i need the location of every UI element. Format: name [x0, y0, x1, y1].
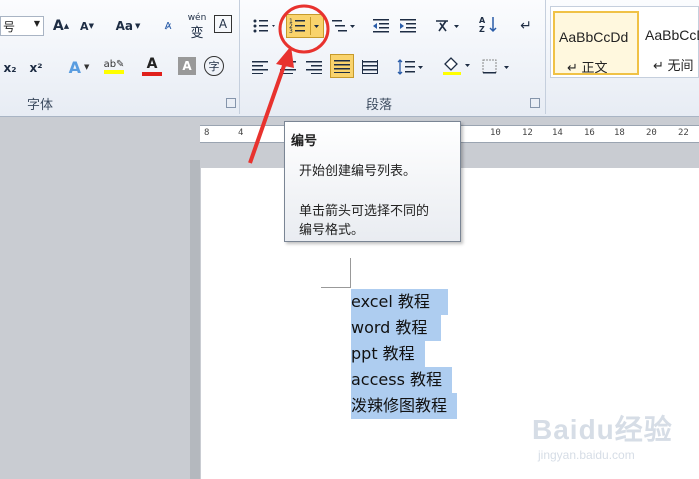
svg-text:Z: Z	[479, 25, 485, 33]
justify-button[interactable]	[330, 54, 354, 78]
tooltip-text: 编号格式。	[299, 223, 365, 238]
align-right-icon	[306, 61, 322, 74]
line-spacing-button[interactable]	[396, 56, 426, 78]
show-hide-marks-button[interactable]: ↵	[516, 15, 536, 37]
character-shading-button[interactable]: A	[178, 57, 196, 75]
increase-indent-icon	[400, 19, 416, 33]
align-right-button[interactable]	[304, 56, 324, 78]
enclose-characters-button[interactable]: 字	[204, 56, 224, 76]
paint-bucket-icon	[443, 57, 470, 75]
distributed-icon	[362, 60, 378, 74]
borders-button[interactable]	[480, 56, 514, 78]
ruler-label: 18	[614, 128, 625, 138]
grow-font-button[interactable]: A ▲	[50, 15, 72, 37]
multilevel-list-icon	[332, 20, 355, 32]
ruler-label: 4	[238, 128, 244, 138]
style-no-spacing[interactable]: AaBbCcDd ↵ 无间	[641, 11, 699, 75]
font-group-label: 字体	[27, 98, 54, 113]
change-case-button[interactable]: Aa ▼	[112, 15, 144, 37]
align-left-icon	[252, 61, 268, 74]
styles-gallery: AaBbCcDd ↵ 正文 AaBbCcDd ↵ 无间	[550, 6, 699, 78]
ruler-label: 10	[490, 128, 501, 138]
increase-indent-button[interactable]	[397, 15, 419, 37]
ruler-label: 8	[204, 128, 210, 138]
chinese-layout-button[interactable]	[432, 15, 466, 37]
ruler-label: 22	[678, 128, 689, 138]
borders-icon	[482, 59, 509, 74]
align-center-icon	[280, 61, 296, 74]
ruler-label: 20	[646, 128, 657, 138]
justify-icon	[334, 60, 350, 73]
group-separator	[239, 0, 240, 114]
numbering-tooltip: 编号 开始创建编号列表。 单击箭头可选择不同的 编号格式。	[284, 121, 461, 242]
style-preview: AaBbCcDd	[645, 27, 699, 43]
svg-text:A: A	[479, 16, 486, 25]
font-size-combo[interactable]: 号 ▼	[0, 16, 44, 36]
list-item[interactable]: access 教程	[351, 367, 453, 393]
numbering-button[interactable]: 1 2 3	[286, 14, 324, 38]
style-preview: AaBbCcDd	[559, 29, 629, 45]
font-dialog-launcher-icon[interactable]	[226, 98, 236, 108]
font-color-button[interactable]: A	[136, 55, 168, 77]
tooltip-text: 开始创建编号列表。	[299, 164, 417, 179]
paragraph-group-label: 段落	[366, 98, 393, 113]
page-shadow	[190, 160, 200, 479]
tooltip-title: 编号	[291, 134, 318, 149]
clear-format-icon[interactable]: A̷	[158, 15, 178, 37]
ruler-label: 16	[584, 128, 595, 138]
align-center-button[interactable]	[278, 56, 298, 78]
bullets-icon	[253, 19, 275, 33]
ruler-label: 12	[522, 128, 533, 138]
watermark-brand: Baidu经验	[532, 414, 673, 445]
distributed-button[interactable]	[360, 56, 380, 78]
crop-mark	[321, 287, 350, 288]
list-item[interactable]: 泼辣修图教程	[351, 393, 458, 419]
group-separator	[545, 0, 546, 114]
watermark-url: jingyan.baidu.com	[538, 448, 635, 462]
align-left-button[interactable]	[250, 56, 270, 78]
paragraph-dialog-launcher-icon[interactable]	[530, 98, 540, 108]
numbering-icon: 1 2 3	[289, 17, 319, 35]
text-effects-button[interactable]: A ▼	[62, 56, 96, 78]
line-spacing-icon	[397, 59, 423, 75]
chinese-layout-icon	[436, 20, 459, 32]
character-border-button[interactable]: A	[214, 15, 232, 33]
bullets-button[interactable]	[250, 15, 280, 37]
pinyin-guide-button[interactable]: wén 变	[184, 13, 210, 41]
sort-icon: A Z	[479, 16, 497, 33]
subscript-button[interactable]: x₂	[0, 57, 20, 79]
decrease-indent-icon	[373, 19, 389, 33]
multilevel-list-button[interactable]	[330, 15, 358, 37]
list-item[interactable]: ppt 教程	[351, 341, 425, 367]
tooltip-text: 单击箭头可选择不同的	[299, 204, 430, 219]
crop-mark	[350, 258, 351, 288]
style-label: ↵ 无间	[653, 58, 694, 73]
svg-text:3: 3	[289, 28, 293, 35]
sort-button[interactable]: A Z	[478, 13, 500, 35]
decrease-indent-button[interactable]	[370, 15, 392, 37]
text-highlight-button[interactable]: ab✎	[96, 55, 132, 77]
shading-button[interactable]	[440, 55, 474, 77]
highlighter-icon: ab✎	[103, 58, 125, 70]
baidu-watermark: Baidu经验 jingyan.baidu.com	[532, 408, 692, 468]
superscript-button[interactable]: x²	[26, 57, 46, 79]
ribbon: 号 ▼ A ▲ A ▼ Aa ▼ A̷ wén 变 A x₂ x² A ▼ ab✎ A A…	[0, 0, 699, 117]
list-item[interactable]: excel 教程	[351, 289, 448, 315]
ruler-label: 14	[552, 128, 563, 138]
style-label: ↵ 正文	[567, 60, 608, 75]
shrink-font-button[interactable]: A ▼	[76, 15, 98, 37]
list-item[interactable]: word 教程	[351, 315, 442, 341]
style-normal[interactable]: AaBbCcDd ↵ 正文	[553, 11, 639, 75]
